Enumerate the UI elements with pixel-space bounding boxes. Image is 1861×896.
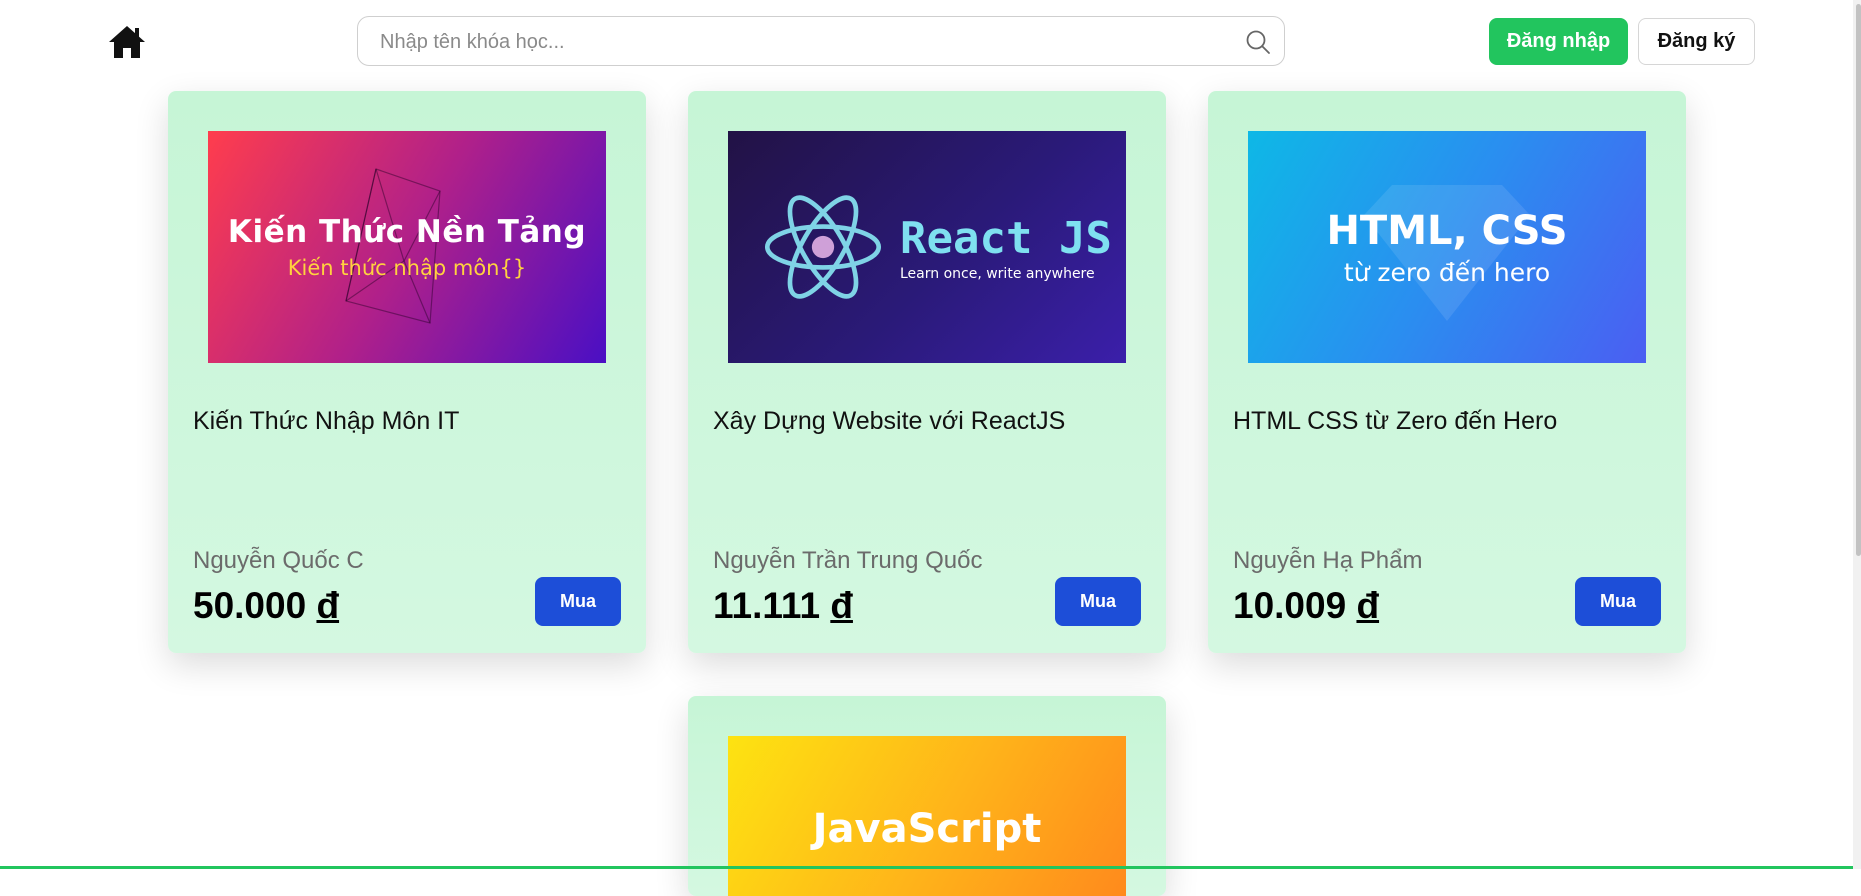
- home-icon[interactable]: [107, 24, 147, 60]
- course-thumbnail[interactable]: React JS Learn once, write anywhere: [728, 131, 1126, 363]
- buy-button[interactable]: Mua: [1575, 577, 1661, 626]
- price-value: 11.111: [713, 585, 821, 626]
- course-thumbnail[interactable]: Kiến Thức Nền Tảng Kiến thức nhập môn{}: [208, 131, 606, 363]
- course-card[interactable]: Kiến Thức Nền Tảng Kiến thức nhập môn{} …: [168, 91, 646, 653]
- buy-button[interactable]: Mua: [535, 577, 621, 626]
- search-icon[interactable]: [1245, 29, 1271, 55]
- thumbnail-title: Kiến Thức Nền Tảng: [227, 214, 587, 250]
- search-box: [357, 16, 1285, 67]
- thumbnail-subtitle: Learn once, write anywhere: [900, 265, 1095, 282]
- course-card[interactable]: HTML, CSS từ zero đến hero HTML CSS từ Z…: [1208, 91, 1686, 653]
- price-value: 50.000: [193, 585, 307, 626]
- course-card[interactable]: React JS Learn once, write anywhere Xây …: [688, 91, 1166, 653]
- course-price: 50.000 đ: [193, 585, 339, 627]
- search-input[interactable]: [378, 17, 1222, 67]
- course-author: Nguyễn Trần Trung Quốc: [713, 547, 983, 574]
- course-price: 10.009 đ: [1233, 585, 1379, 627]
- currency-symbol: đ: [316, 585, 340, 626]
- currency-symbol: đ: [830, 585, 853, 626]
- thumbnail-subtitle: từ zero đến hero: [1343, 257, 1551, 287]
- currency-symbol: đ: [1356, 585, 1380, 626]
- course-thumbnail[interactable]: HTML, CSS từ zero đến hero: [1248, 131, 1646, 363]
- scrollbar-thumb[interactable]: [1856, 4, 1861, 556]
- buy-button[interactable]: Mua: [1055, 577, 1141, 626]
- header: Đăng nhập Đăng ký: [0, 0, 1861, 88]
- register-button[interactable]: Đăng ký: [1638, 18, 1755, 65]
- thumbnail-title: React JS: [900, 212, 1112, 264]
- course-title[interactable]: Kiến Thức Nhập Môn IT: [193, 407, 459, 436]
- course-price: 11.111 đ: [713, 585, 853, 627]
- thumbnail-title: HTML, CSS: [1326, 207, 1568, 254]
- course-thumbnail[interactable]: JavaScript: [728, 736, 1126, 896]
- react-logo-icon: [764, 195, 882, 299]
- course-author: Nguyễn Hạ Phẩm: [1233, 547, 1423, 574]
- thumbnail-subtitle: Kiến thức nhập môn{}: [287, 256, 527, 280]
- course-title[interactable]: HTML CSS từ Zero đến Hero: [1233, 407, 1557, 436]
- thumbnail-title: JavaScript: [812, 806, 1042, 852]
- course-title[interactable]: Xây Dựng Website với ReactJS: [713, 407, 1065, 436]
- login-button[interactable]: Đăng nhập: [1489, 18, 1628, 65]
- price-value: 10.009: [1233, 585, 1347, 626]
- course-author: Nguyễn Quốc C: [193, 547, 364, 574]
